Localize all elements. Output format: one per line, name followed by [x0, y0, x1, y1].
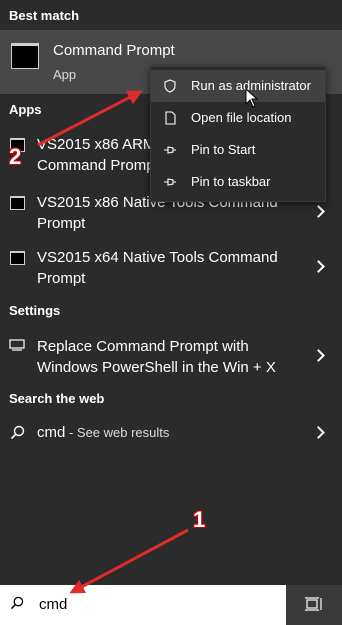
settings-result-line2: Windows PowerShell in the Win + X: [37, 359, 276, 376]
best-match-title: Command Prompt: [53, 42, 175, 59]
menu-item-label: Pin to taskbar: [191, 174, 271, 189]
section-best-match: Best match: [9, 8, 80, 23]
section-settings: Settings: [9, 303, 61, 318]
app-result-line1: VS2015 x64 Native Tools Command: [37, 249, 278, 266]
console-icon: [10, 196, 25, 210]
search-icon: [10, 425, 25, 440]
web-query: cmd: [37, 424, 66, 441]
annotation-step-2: 2: [9, 144, 22, 169]
console-icon: [10, 251, 25, 265]
menu-pin-to-start[interactable]: Pin to Start: [151, 134, 325, 166]
task-view-button[interactable]: [286, 585, 342, 625]
menu-pin-to-taskbar[interactable]: Pin to taskbar: [151, 166, 325, 198]
section-web: Search the web: [9, 391, 105, 406]
chevron-right-icon[interactable]: [312, 260, 325, 273]
mouse-cursor-icon: [245, 88, 259, 108]
app-result-line2: Command Prompt: [37, 157, 159, 174]
menu-open-file-location[interactable]: Open file location: [151, 102, 325, 134]
web-result-cmd[interactable]: cmd - See web results: [0, 422, 342, 444]
search-input[interactable]: cmd: [39, 596, 67, 613]
chevron-right-icon[interactable]: [312, 349, 325, 362]
task-view-icon: [305, 597, 322, 611]
annotation-step-1: 1: [193, 507, 206, 532]
settings-result-line1: Replace Command Prompt with: [37, 338, 249, 355]
chevron-right-icon[interactable]: [312, 426, 325, 439]
menu-item-label: Pin to Start: [191, 142, 256, 157]
settings-result-powershell[interactable]: Replace Command Prompt with Windows Powe…: [0, 336, 342, 380]
web-suffix: - See web results: [65, 425, 170, 440]
display-icon: [9, 339, 25, 351]
app-result-line2: Prompt: [37, 270, 86, 287]
menu-item-label: Open file location: [191, 110, 292, 125]
command-prompt-icon: [11, 43, 39, 69]
shield-icon: [164, 79, 176, 93]
chevron-right-icon[interactable]: [312, 205, 325, 218]
search-box[interactable]: cmd: [0, 585, 286, 625]
menu-run-as-administrator[interactable]: Run as administrator: [151, 70, 325, 102]
app-result-line2: Prompt: [37, 215, 86, 232]
best-match-subtitle: App: [53, 67, 77, 82]
app-result-line1: VS2015 x86 ARM: [37, 136, 156, 153]
file-icon: [165, 111, 176, 125]
search-icon: [10, 596, 24, 610]
pin-icon: [164, 178, 176, 186]
context-menu: Run as administrator Open file location …: [150, 66, 326, 202]
section-apps: Apps: [9, 102, 42, 117]
pin-icon: [164, 146, 176, 154]
app-result-vs2015-x64-native[interactable]: VS2015 x64 Native Tools Command Prompt: [0, 247, 342, 291]
